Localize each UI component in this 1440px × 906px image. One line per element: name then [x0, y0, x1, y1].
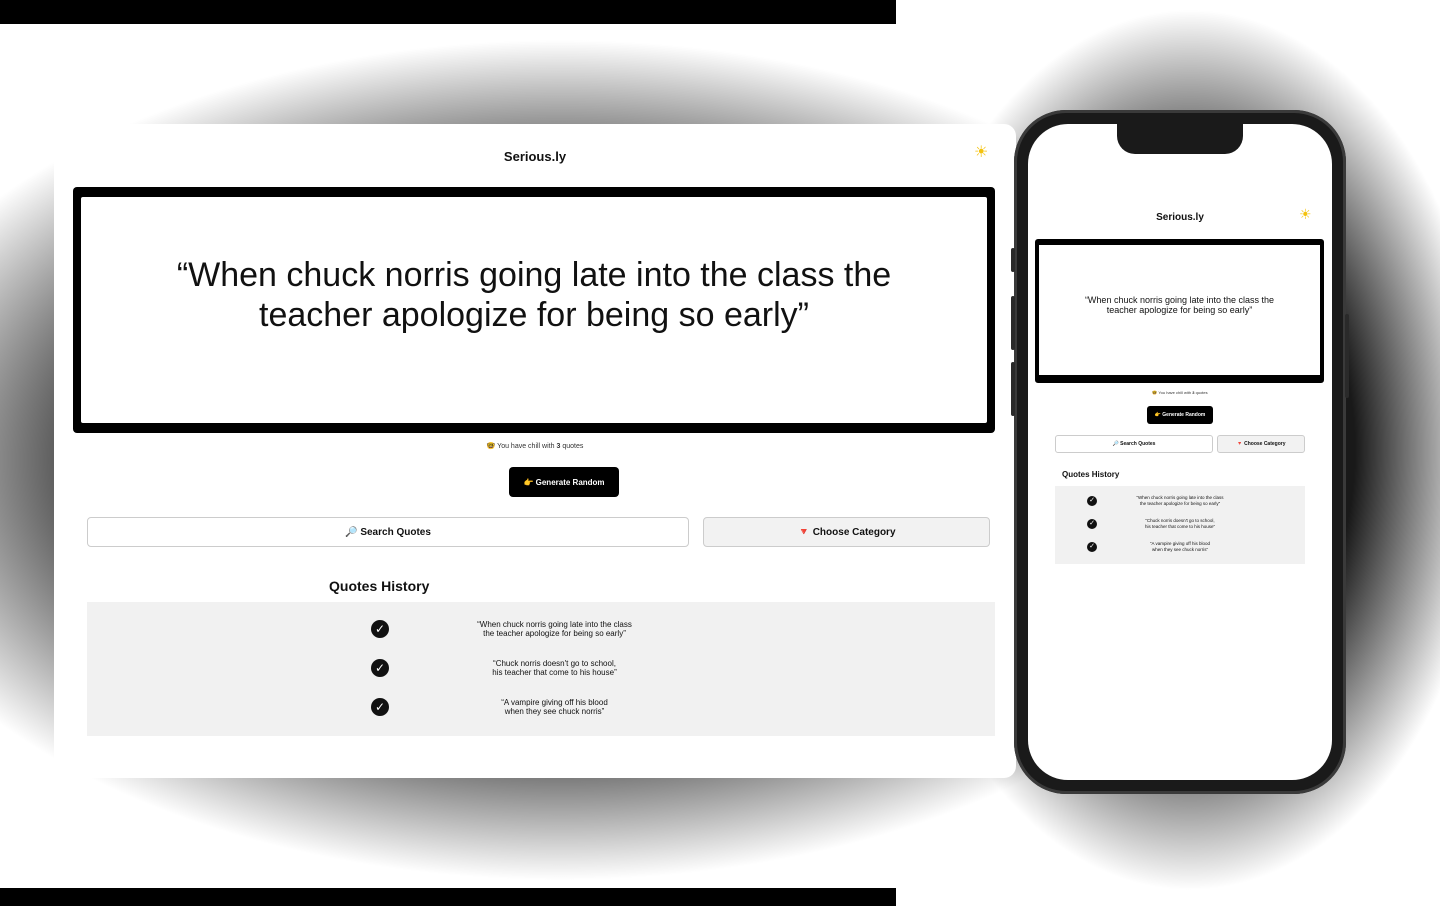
quote-text: “When chuck norris going late into the c…	[1084, 295, 1275, 315]
check-circle-icon: ✓	[1087, 542, 1097, 552]
quote-card: “When chuck norris going late into the c…	[81, 197, 987, 423]
phone-mockup: Serious.ly ☀ “When chuck norris going la…	[1011, 110, 1349, 794]
phone-notch	[1117, 124, 1243, 154]
history-item-text: “Chuck norris doesn't go to school, his …	[1144, 518, 1216, 529]
history-item-text: “A vampire giving off his blood when the…	[501, 698, 608, 716]
history-item[interactable]: ✓ “Chuck norris doesn't go to school, hi…	[87, 651, 995, 681]
phone-volume-down	[1011, 362, 1015, 416]
counter-prefix: You have chill with	[1158, 390, 1192, 395]
nerd-face-icon: 🤓	[486, 443, 496, 450]
bottom-black-bar	[0, 888, 896, 906]
generate-random-button[interactable]: 👉 Generate Random	[509, 467, 619, 497]
quote-counter: 🤓 You have chill with 3 quotes	[1028, 390, 1332, 395]
history-item[interactable]: ✓ “When chuck norris going late into the…	[87, 612, 995, 642]
history-item[interactable]: ✓ “A vampire giving off his blood when t…	[1055, 537, 1305, 557]
check-circle-icon: ✓	[371, 659, 389, 677]
counter-suffix: quotes	[1195, 390, 1208, 395]
brand-title: Serious.ly	[1156, 212, 1204, 223]
check-circle-icon: ✓	[371, 620, 389, 638]
history-title: Quotes History	[329, 578, 430, 594]
quote-counter: 🤓 You have chill with 3 quotes	[54, 442, 1016, 450]
quote-frame: “When chuck norris going late into the c…	[1035, 239, 1324, 383]
history-item-text: “When chuck norris going late into the c…	[477, 620, 632, 638]
history-item[interactable]: ✓ “A vampire giving off his blood when t…	[87, 690, 995, 720]
sun-icon[interactable]: ☀	[974, 142, 988, 162]
counter-value: 3	[1192, 390, 1195, 395]
counter-value: 3	[556, 443, 561, 450]
history-list: ✓ “When chuck norris going late into the…	[1055, 486, 1305, 564]
counter-suffix: quotes	[562, 443, 584, 450]
choose-category-button[interactable]: 🔻 Choose Category	[703, 517, 990, 547]
choose-category-button[interactable]: 🔻 Choose Category	[1217, 435, 1305, 453]
generate-random-button[interactable]: 👉 Generate Random	[1147, 406, 1213, 424]
phone-mute-switch	[1011, 248, 1015, 272]
history-item-text: “Chuck norris doesn't go to school, his …	[492, 659, 617, 677]
quote-card: “When chuck norris going late into the c…	[1039, 245, 1320, 375]
quote-frame: “When chuck norris going late into the c…	[73, 187, 995, 433]
history-title: Quotes History	[1062, 470, 1120, 479]
history-list: ✓ “When chuck norris going late into the…	[87, 602, 995, 736]
sun-icon[interactable]: ☀	[1299, 206, 1312, 223]
quote-text: “When chuck norris going late into the c…	[176, 256, 892, 334]
desktop-window: Serious.ly ☀ “When chuck norris going la…	[54, 124, 1016, 778]
check-circle-icon: ✓	[371, 698, 389, 716]
check-circle-icon: ✓	[1087, 519, 1097, 529]
check-circle-icon: ✓	[1087, 496, 1097, 506]
search-quotes-button[interactable]: 🔎 Search Quotes	[87, 517, 689, 547]
history-item-text: “When chuck norris going late into the c…	[1136, 495, 1224, 506]
phone-power-button	[1345, 314, 1349, 398]
brand-title: Serious.ly	[503, 149, 567, 164]
history-item[interactable]: ✓ “Chuck norris doesn't go to school, hi…	[1055, 514, 1305, 534]
nerd-face-icon: 🤓	[1152, 390, 1158, 395]
top-black-bar	[0, 0, 896, 24]
history-item[interactable]: ✓ “When chuck norris going late into the…	[1055, 491, 1305, 511]
phone-volume-up	[1011, 296, 1015, 350]
counter-prefix: You have chill with	[497, 443, 555, 450]
history-item-text: “A vampire giving off his blood when the…	[1150, 541, 1210, 552]
phone-screen: Serious.ly ☀ “When chuck norris going la…	[1028, 124, 1332, 780]
search-quotes-button[interactable]: 🔎 Search Quotes	[1055, 435, 1213, 453]
